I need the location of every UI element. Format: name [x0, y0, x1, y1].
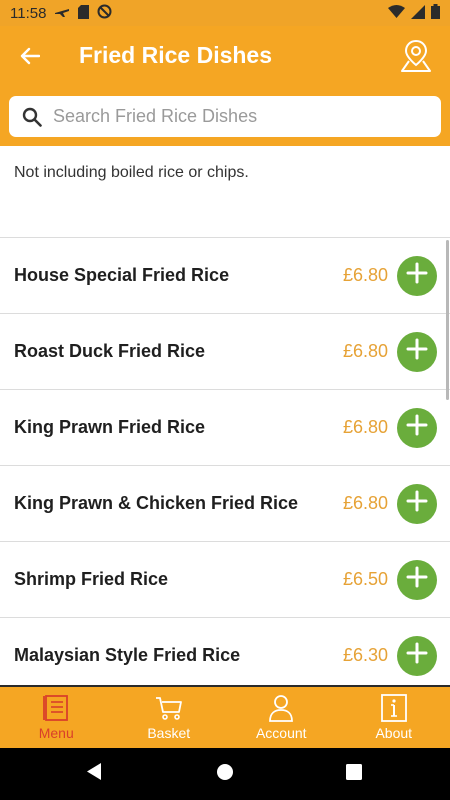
triangle-back-icon: [86, 763, 102, 785]
status-bar: 11:58: [0, 0, 450, 26]
add-to-basket-button[interactable]: [397, 559, 437, 600]
item-name: King Prawn & Chicken Fried Rice: [14, 493, 299, 513]
item-price: £6.80: [342, 493, 388, 513]
back-button[interactable]: [14, 42, 46, 74]
search-icon: [21, 106, 43, 128]
menu-icon: [41, 694, 71, 722]
add-to-basket-button[interactable]: [397, 407, 437, 448]
nav-item-account[interactable]: Account: [225, 687, 338, 748]
item-price: £6.30: [342, 645, 388, 665]
plus-icon: [405, 413, 429, 442]
menu-item[interactable]: Malaysian Style Fried Rice £6.30: [0, 618, 450, 684]
nav-label-menu: Menu: [38, 725, 74, 741]
item-price: £6.80: [342, 417, 388, 437]
system-nav-bar: [0, 748, 450, 800]
app-bar: Fried Rice Dishes: [0, 26, 450, 88]
search-input[interactable]: [53, 106, 413, 127]
battery-icon: [431, 4, 440, 22]
location-pin-icon: [399, 37, 433, 78]
menu-list: House Special Fried Rice £6.80 Roast Duc…: [0, 238, 450, 684]
item-price: £6.80: [342, 265, 388, 285]
nav-label-about: About: [375, 725, 413, 741]
signal-icon: [411, 4, 425, 22]
airplane-mode-icon: [54, 5, 70, 21]
category-note: Not including boiled rice or chips.: [0, 146, 450, 238]
search-box[interactable]: [9, 96, 441, 137]
page-title: Fried Rice Dishes: [79, 42, 273, 68]
nav-item-about[interactable]: About: [338, 687, 450, 748]
add-to-basket-button[interactable]: [397, 255, 437, 296]
do-not-disturb-icon: [97, 4, 112, 22]
item-price: £6.50: [342, 569, 388, 589]
system-home-button[interactable]: [215, 763, 235, 786]
account-icon: [266, 694, 296, 722]
item-name: House Special Fried Rice: [14, 265, 230, 285]
nav-item-menu[interactable]: Menu: [0, 687, 113, 748]
plus-icon: [405, 337, 429, 366]
circle-home-icon: [216, 763, 234, 786]
system-recents-button[interactable]: [344, 763, 364, 785]
plus-icon: [405, 565, 429, 594]
nav-item-basket[interactable]: Basket: [113, 687, 226, 748]
nav-label-basket: Basket: [147, 725, 191, 741]
info-icon: [379, 694, 409, 722]
plus-icon: [405, 489, 429, 518]
status-time: 11:58: [10, 4, 47, 22]
menu-item[interactable]: Shrimp Fried Rice £6.50: [0, 542, 450, 618]
add-to-basket-button[interactable]: [397, 635, 437, 676]
system-back-button[interactable]: [84, 763, 104, 785]
bottom-nav: Menu Basket Account About: [0, 685, 450, 748]
nav-label-account: Account: [255, 725, 307, 741]
item-name: Shrimp Fried Rice: [14, 569, 169, 589]
menu-item[interactable]: House Special Fried Rice £6.80: [0, 238, 450, 314]
basket-icon: [154, 694, 184, 722]
wifi-icon: [388, 5, 405, 21]
sd-card-icon: [78, 4, 90, 22]
item-name: Malaysian Style Fried Rice: [14, 645, 241, 665]
plus-icon: [405, 261, 429, 290]
menu-item[interactable]: King Prawn & Chicken Fried Rice £6.80: [0, 466, 450, 542]
plus-icon: [405, 641, 429, 670]
scrollbar[interactable]: [446, 240, 449, 400]
menu-item[interactable]: Roast Duck Fried Rice £6.80: [0, 314, 450, 390]
menu-item[interactable]: King Prawn Fried Rice £6.80: [0, 390, 450, 466]
item-name: Roast Duck Fried Rice: [14, 341, 206, 361]
item-price: £6.80: [342, 341, 388, 361]
add-to-basket-button[interactable]: [397, 483, 437, 524]
add-to-basket-button[interactable]: [397, 331, 437, 372]
search-bar: [0, 88, 450, 146]
square-recents-icon: [346, 763, 362, 785]
item-name: King Prawn Fried Rice: [14, 417, 206, 437]
back-arrow-icon: [20, 47, 41, 70]
location-button[interactable]: [396, 37, 436, 77]
